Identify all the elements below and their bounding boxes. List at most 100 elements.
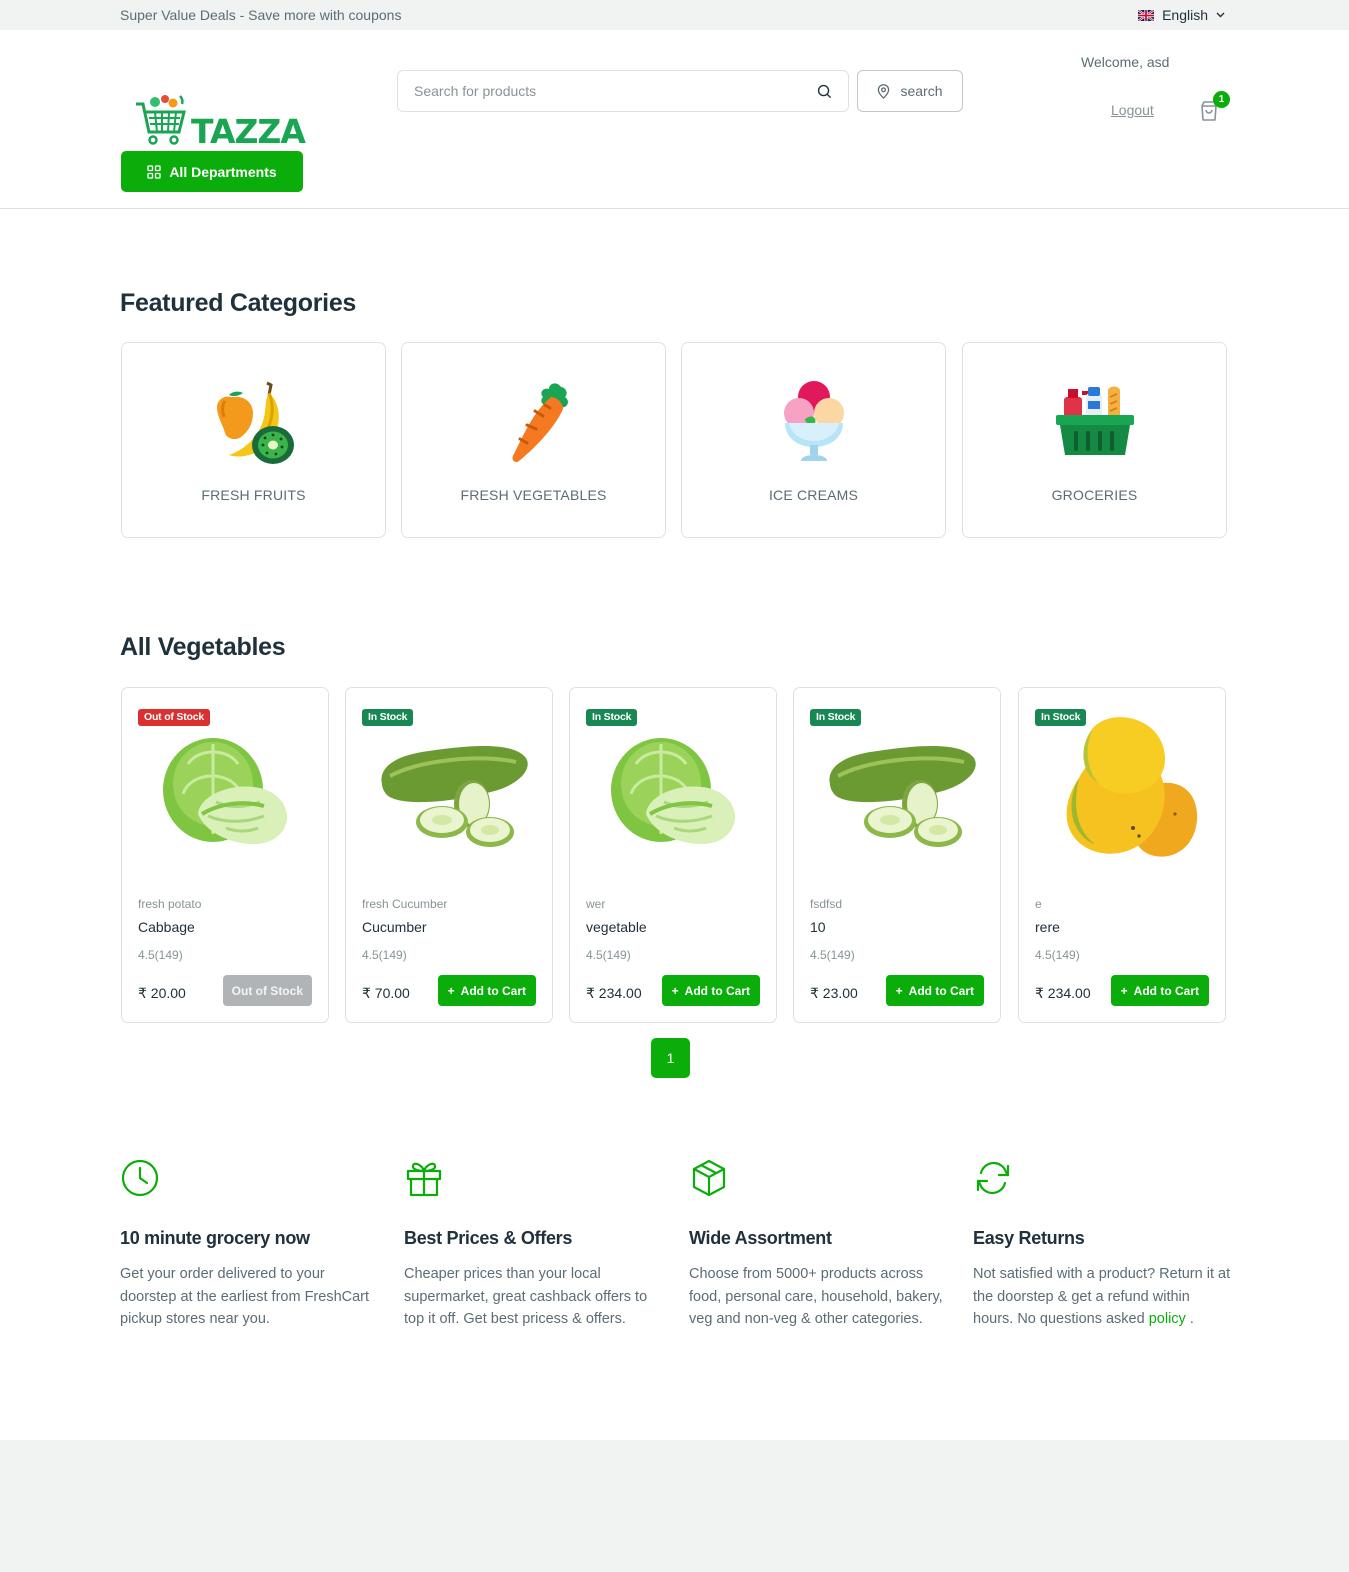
product-name[interactable]: 10 [810, 919, 826, 935]
button-label: Add to Cart [460, 983, 526, 998]
stock-badge: In Stock [810, 709, 862, 726]
clock-icon [121, 1159, 159, 1197]
cucumber-image[interactable] [362, 704, 538, 880]
all-vegetables-title: All Vegetables [120, 633, 286, 661]
feature-title: Wide Assortment [689, 1228, 832, 1248]
feature-easy-returns: Easy Returns Not satisfied with a produc… [973, 1158, 1233, 1331]
cabbage-image[interactable] [586, 704, 762, 880]
promo-text: Super Value Deals - Save more with coupo… [120, 7, 402, 23]
pagination-page-1[interactable]: 1 [651, 1038, 690, 1078]
product-rating: 4.5(149) [362, 948, 407, 962]
add-to-cart-button[interactable]: + Add to Cart [1110, 975, 1209, 1006]
button-label: Add to Cart [684, 983, 750, 998]
plus-icon: + [895, 983, 903, 998]
mango-image[interactable] [1035, 704, 1211, 880]
departments-label: All Departments [169, 163, 277, 180]
feature-best-prices: Best Prices & Offers Cheaper prices than… [404, 1158, 664, 1331]
category-card-groceries[interactable]: GROCERIES [962, 342, 1227, 538]
site-header: TAZZA search Welcome, asd Logout 1 All D… [0, 30, 1349, 209]
product-rating: 4.5(149) [1035, 948, 1080, 962]
feature-text: Get your order delivered to your doorste… [120, 1266, 370, 1327]
fruits-icon [216, 381, 294, 464]
product-rating: 4.5(149) [810, 948, 855, 962]
product-card[interactable]: Out of Stock fresh potato Cabbage 4.5(14… [121, 687, 329, 1023]
button-label: Add to Cart [908, 983, 974, 998]
product-price: ₹ 23.00 [810, 985, 858, 1001]
button-label: Add to Cart [1133, 983, 1199, 998]
cucumber-image[interactable] [810, 704, 986, 880]
chevron-down-icon [1216, 12, 1225, 18]
grocery-basket-icon [1055, 386, 1134, 455]
search-icon[interactable] [817, 84, 832, 99]
gift-icon [406, 1162, 442, 1197]
product-card[interactable]: In Stock fsdfsd 10 4.5(149) ₹ 23.00 + Add… [793, 687, 1001, 1023]
product-category: wer [586, 897, 606, 911]
feature-fast-delivery: 10 minute grocery now Get your order del… [120, 1158, 380, 1331]
feature-wide-assortment: Wide Assortment Choose from 5000+ produc… [689, 1158, 949, 1331]
stock-badge: In Stock [586, 709, 638, 726]
language-label: English [1162, 7, 1208, 23]
language-selector[interactable]: English [1138, 7, 1225, 23]
uk-flag-icon [1138, 9, 1155, 21]
product-category: fresh Cucumber [362, 897, 448, 911]
feature-text: Not satisfied with a product? Return it … [973, 1263, 1233, 1331]
feature-title: Easy Returns [973, 1228, 1085, 1248]
product-rating: 4.5(149) [586, 948, 631, 962]
button-label: Out of Stock [231, 983, 303, 998]
product-name[interactable]: vegetable [586, 919, 647, 935]
add-to-cart-button[interactable]: + Add to Cart [437, 975, 536, 1006]
product-card[interactable]: In Stock e rere 4.5(149) ₹ 234.00 + Add t… [1018, 687, 1226, 1023]
add-to-cart-button[interactable]: + Add to Cart [885, 975, 984, 1006]
plus-icon: + [447, 983, 455, 998]
category-card-fresh-fruits[interactable]: FRESH FRUITS [121, 342, 386, 538]
category-label: GROCERIES [1051, 487, 1138, 503]
location-search-button[interactable]: search [857, 70, 963, 112]
product-rating: 4.5(149) [138, 948, 183, 962]
category-card-ice-creams[interactable]: ICE CREAMS [681, 342, 946, 538]
footer [0, 1440, 1349, 1572]
feature-text: Cheaper prices than your local supermark… [404, 1266, 648, 1327]
product-category: fsdfsd [810, 897, 843, 911]
all-departments-button[interactable]: All Departments [121, 151, 303, 192]
add-to-cart-button[interactable]: + Add to Cart [661, 975, 760, 1006]
plus-icon: + [671, 983, 679, 998]
location-button-label: search [900, 83, 943, 99]
product-name[interactable]: rere [1035, 919, 1060, 935]
top-bar: Super Value Deals - Save more with coupo… [0, 0, 1349, 30]
category-label: ICE CREAMS [768, 487, 859, 503]
feature-title: Best Prices & Offers [404, 1228, 573, 1248]
site-logo[interactable]: TAZZA [133, 92, 306, 151]
feature-text: Choose from 5000+ products across food, … [689, 1266, 943, 1327]
product-card[interactable]: In Stock wer vegetable 4.5(149) ₹ 234.00… [569, 687, 777, 1023]
policy-link[interactable]: policy [1149, 1311, 1186, 1327]
refresh-icon [976, 1161, 1010, 1195]
plus-icon: + [1120, 983, 1128, 998]
product-name[interactable]: Cabbage [138, 919, 195, 935]
cabbage-image[interactable] [138, 704, 314, 880]
grid-icon [147, 164, 161, 179]
search-box[interactable] [397, 70, 849, 112]
product-name[interactable]: Cucumber [362, 919, 427, 935]
out-of-stock-button[interactable]: Out of Stock [222, 975, 312, 1006]
cart-count-badge: 1 [1213, 91, 1230, 108]
stock-badge: Out of Stock [138, 709, 211, 726]
box-icon [692, 1159, 726, 1197]
welcome-text: Welcome, asd [1081, 54, 1170, 70]
product-price: ₹ 234.00 [586, 985, 642, 1001]
feature-title: 10 minute grocery now [120, 1228, 310, 1248]
product-price: ₹ 20.00 [138, 985, 186, 1001]
category-label: FRESH FRUITS [201, 487, 306, 503]
product-price: ₹ 234.00 [1035, 985, 1091, 1001]
ice-cream-icon [783, 381, 844, 461]
policy-suffix: . [1185, 1311, 1194, 1327]
stock-badge: In Stock [362, 709, 414, 726]
logout-link[interactable]: Logout [1111, 102, 1154, 118]
stock-badge: In Stock [1035, 709, 1087, 726]
search-input[interactable] [414, 83, 817, 99]
product-price: ₹ 70.00 [362, 985, 410, 1001]
category-card-fresh-vegetables[interactable]: FRESH VEGETABLES [401, 342, 666, 538]
map-pin-icon [878, 83, 890, 99]
product-card[interactable]: In Stock fresh Cucumber Cucumber 4.5(149… [345, 687, 553, 1023]
logo-text: TAZZA [191, 112, 306, 151]
shopping-cart-logo-icon [136, 95, 186, 145]
